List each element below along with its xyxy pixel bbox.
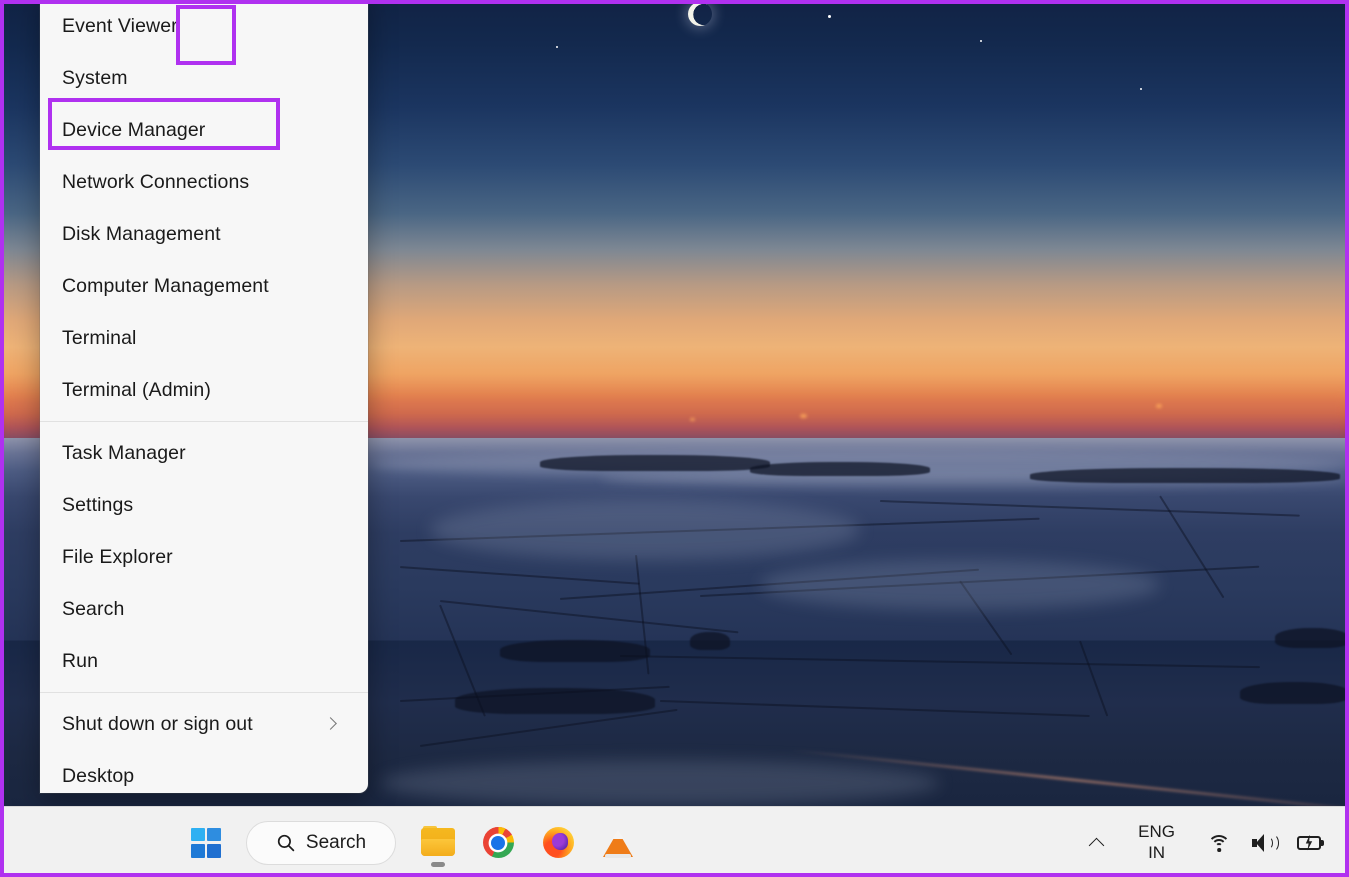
chevron-right-icon <box>322 715 340 733</box>
power-user-menu[interactable]: Event Viewer System Device Manager Netwo… <box>40 0 368 793</box>
snow-highlight <box>430 500 860 560</box>
chrome-icon <box>483 827 514 858</box>
vlc-cone-icon <box>603 827 633 858</box>
taskbar-app-firefox[interactable] <box>528 813 588 873</box>
menu-item-label: Terminal (Admin) <box>62 379 352 402</box>
menu-item-label: Terminal <box>62 327 352 350</box>
menu-item-settings[interactable]: Settings <box>40 479 368 531</box>
tree-line <box>500 640 650 662</box>
menu-item-shut-down-or-sign-out[interactable]: Shut down or sign out <box>40 698 368 750</box>
menu-item-label: Device Manager <box>62 119 352 142</box>
language-indicator: ENG IN <box>1126 822 1187 862</box>
tray-wifi[interactable] <box>1197 819 1241 867</box>
language-line-2: IN <box>1148 843 1165 863</box>
snow-highlight <box>380 760 940 806</box>
firefox-icon <box>543 827 574 858</box>
menu-item-computer-management[interactable]: Computer Management <box>40 260 368 312</box>
menu-item-label: Settings <box>62 494 352 517</box>
menu-item-label: System <box>62 67 352 90</box>
system-tray: ENG IN <box>1078 807 1335 877</box>
tray-language-indicator[interactable]: ENG IN <box>1116 819 1197 867</box>
crescent-moon-icon <box>688 2 712 26</box>
menu-item-desktop[interactable]: Desktop <box>40 750 368 793</box>
menu-item-label: Network Connections <box>62 171 352 194</box>
menu-item-label: Computer Management <box>62 275 352 298</box>
start-button[interactable] <box>176 813 236 873</box>
distant-light <box>690 418 695 421</box>
menu-divider <box>40 421 368 422</box>
taskbar-center-group: Search <box>176 807 648 877</box>
menu-item-terminal[interactable]: Terminal <box>40 312 368 364</box>
taskbar-app-file-explorer[interactable] <box>408 813 468 873</box>
menu-group: Shut down or sign out Desktop <box>40 698 368 793</box>
menu-item-event-viewer[interactable]: Event Viewer <box>40 0 368 52</box>
menu-item-run[interactable]: Run <box>40 635 368 687</box>
menu-item-label: Disk Management <box>62 223 352 246</box>
snow-highlight <box>760 560 1160 610</box>
menu-item-label: Desktop <box>62 765 352 788</box>
chevron-up-icon <box>1088 834 1106 852</box>
tree-line <box>1275 628 1349 648</box>
tree-line <box>1030 468 1340 483</box>
tree-line <box>750 462 930 476</box>
menu-item-label: Shut down or sign out <box>62 713 322 736</box>
menu-item-disk-management[interactable]: Disk Management <box>40 208 368 260</box>
menu-item-terminal-admin[interactable]: Terminal (Admin) <box>40 364 368 416</box>
speaker-icon <box>1251 833 1277 853</box>
menu-item-label: Search <box>62 598 352 621</box>
taskbar: Search <box>0 806 1349 877</box>
menu-item-device-manager[interactable]: Device Manager <box>40 104 368 156</box>
tree-line <box>690 632 730 650</box>
tray-volume[interactable] <box>1241 819 1287 867</box>
menu-group: Task Manager Settings File Explorer Sear… <box>40 427 368 687</box>
file-explorer-icon <box>421 828 455 858</box>
windows-logo-icon <box>191 828 221 858</box>
menu-item-label: Event Viewer <box>62 15 352 38</box>
tray-overflow-chevron[interactable] <box>1078 819 1116 867</box>
star <box>828 15 831 18</box>
menu-item-network-connections[interactable]: Network Connections <box>40 156 368 208</box>
menu-item-file-explorer[interactable]: File Explorer <box>40 531 368 583</box>
taskbar-app-vlc[interactable] <box>588 813 648 873</box>
distant-light <box>1156 404 1162 408</box>
menu-item-system[interactable]: System <box>40 52 368 104</box>
tree-line <box>540 455 770 471</box>
menu-item-label: Run <box>62 650 352 673</box>
search-input[interactable]: Search <box>246 821 396 865</box>
menu-group: Event Viewer System Device Manager Netwo… <box>40 0 368 416</box>
distant-light <box>800 414 807 418</box>
running-indicator <box>431 862 445 867</box>
star <box>980 40 982 42</box>
search-label: Search <box>306 832 366 854</box>
search-icon <box>276 833 296 853</box>
tray-battery[interactable] <box>1287 819 1335 867</box>
taskbar-app-chrome[interactable] <box>468 813 528 873</box>
menu-item-label: Task Manager <box>62 442 352 465</box>
language-line-1: ENG <box>1138 822 1175 842</box>
menu-item-label: File Explorer <box>62 546 352 569</box>
tree-line <box>1240 682 1349 704</box>
battery-charging-icon <box>1297 833 1325 853</box>
menu-item-search[interactable]: Search <box>40 583 368 635</box>
menu-divider <box>40 692 368 693</box>
menu-item-task-manager[interactable]: Task Manager <box>40 427 368 479</box>
wifi-icon <box>1207 833 1231 853</box>
